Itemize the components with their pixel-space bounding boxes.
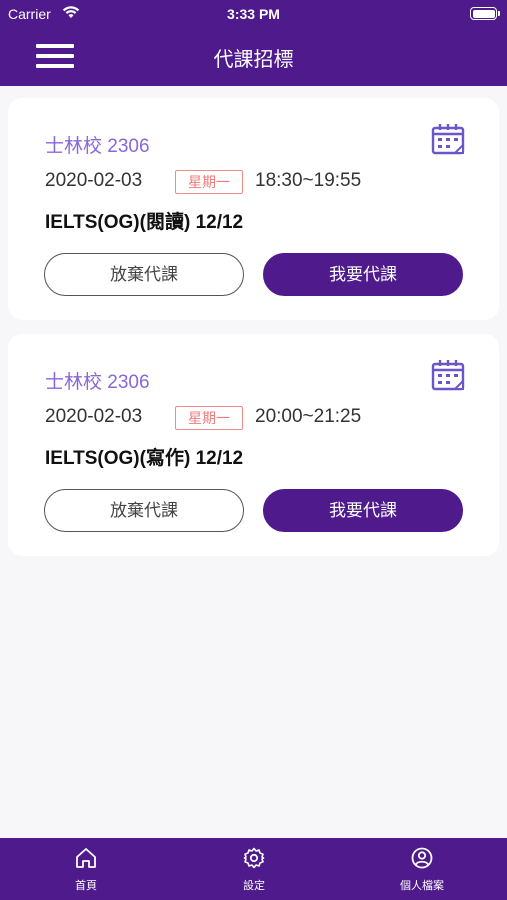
nav-bar: 代課招標: [0, 28, 507, 86]
class-date: 2020-02-03: [45, 170, 143, 191]
tab-settings[interactable]: 設定: [194, 838, 314, 900]
give-up-button[interactable]: 放棄代課: [44, 489, 244, 532]
status-bar: Carrier 3:33 PM: [0, 0, 507, 28]
school-label: 士林校 2306: [45, 136, 150, 157]
clock: 3:33 PM: [227, 6, 280, 22]
battery-icon: [470, 7, 500, 20]
school-label: 士林校 2306: [45, 372, 150, 393]
calendar-icon[interactable]: [431, 359, 465, 391]
bid-card: 士林校 2306 2020-02-03 星期一 18:30~19:55 IELT…: [8, 98, 499, 320]
class-date: 2020-02-03: [45, 406, 143, 427]
course-name: IELTS(OG)(閱讀) 12/12: [45, 212, 244, 233]
take-class-button[interactable]: 我要代課: [263, 489, 463, 532]
take-class-button[interactable]: 我要代課: [263, 253, 463, 296]
bid-card: 士林校 2306 2020-02-03 星期一 20:00~21:25 IELT…: [8, 334, 499, 556]
weekday-badge: 星期一: [175, 406, 243, 430]
tab-profile-label: 個人檔案: [400, 880, 444, 892]
weekday-badge: 星期一: [175, 170, 243, 194]
gear-icon: [243, 847, 265, 869]
calendar-icon[interactable]: [431, 123, 465, 155]
give-up-button[interactable]: 放棄代課: [44, 253, 244, 296]
class-time: 20:00~21:25: [255, 406, 362, 427]
page-title: 代課招標: [213, 49, 294, 71]
course-name: IELTS(OG)(寫作) 12/12: [45, 448, 244, 469]
bid-list: 士林校 2306 2020-02-03 星期一 18:30~19:55 IELT…: [0, 86, 507, 838]
tab-settings-label: 設定: [243, 880, 265, 892]
home-icon: [76, 848, 96, 868]
class-time: 18:30~19:55: [255, 170, 362, 191]
tab-home[interactable]: 首頁: [26, 838, 146, 900]
tab-home-label: 首頁: [75, 880, 97, 892]
tab-bar: 首頁 設定 個人檔案: [0, 838, 507, 900]
tab-profile[interactable]: 個人檔案: [362, 838, 482, 900]
user-profile-icon: [411, 847, 433, 869]
